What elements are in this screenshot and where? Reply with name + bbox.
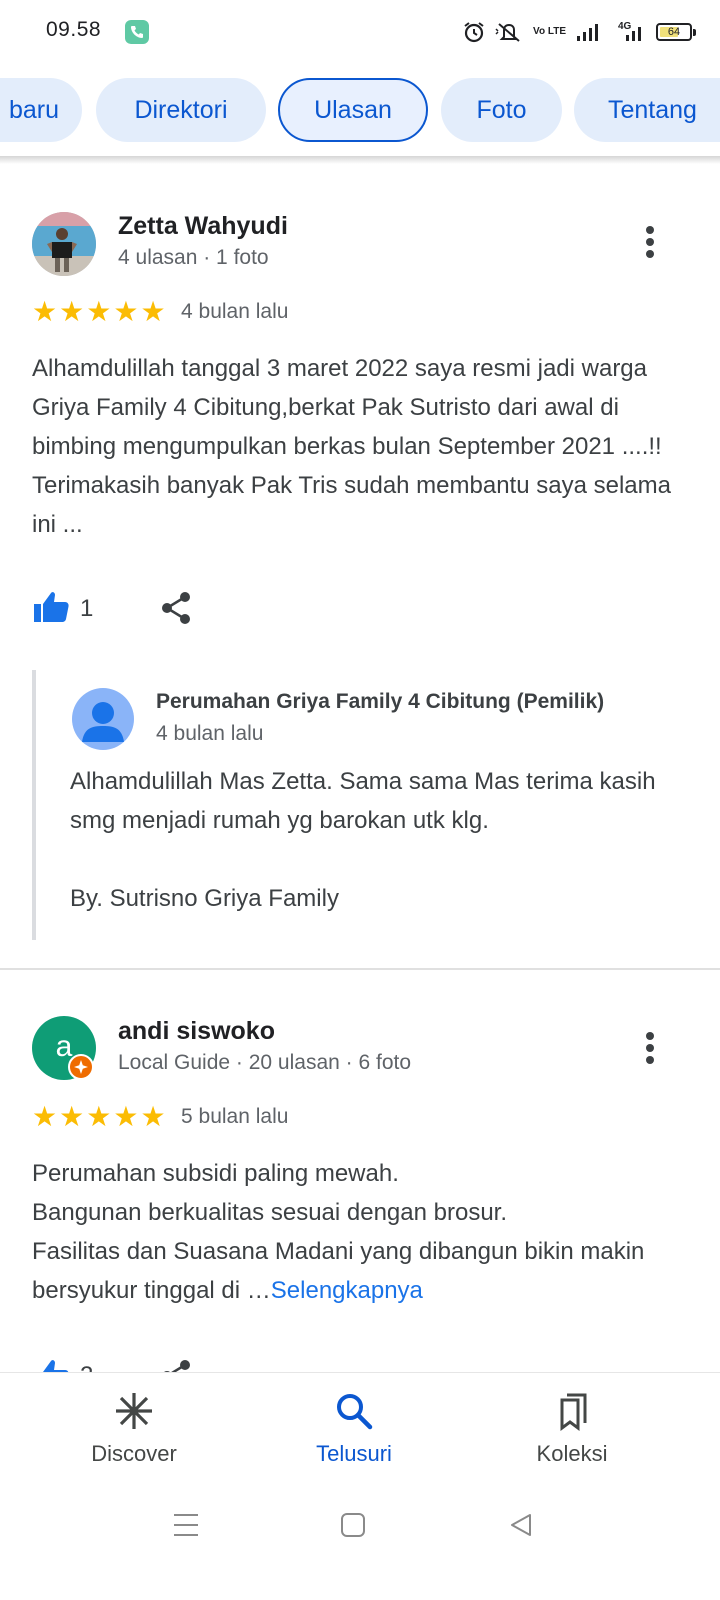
thumbs-up-icon[interactable] — [32, 588, 72, 628]
review-time: 4 bulan lalu — [181, 300, 289, 323]
reviewer-meta: Local Guide · 20 ulasan · 6 foto — [118, 1051, 412, 1074]
star-icon: ★ — [140, 296, 166, 327]
search-icon — [337, 1394, 373, 1430]
reviewer-avatar[interactable] — [32, 212, 96, 276]
battery-icon: 64 — [656, 23, 696, 41]
status-bar: 09.58 Vo LTE 4G 64 — [0, 0, 720, 64]
star-icon: ★ — [32, 1101, 58, 1132]
tab-bar: baru Direktori Ulasan Foto Tentang — [0, 78, 720, 144]
thumbs-up-icon[interactable] — [32, 1356, 72, 1372]
like-count: 1 — [80, 595, 94, 622]
owner-name: Perumahan Griya Family 4 Cibitung (Pemil… — [156, 690, 605, 713]
nav-koleksi[interactable]: Koleksi — [472, 1373, 672, 1503]
signal-icon — [577, 24, 598, 41]
owner-avatar — [72, 688, 134, 750]
reply-text: Alhamdulillah Mas Zetta. Sama sama Mas t… — [70, 768, 656, 912]
local-guide-badge-icon — [68, 1054, 94, 1080]
reviewer-meta: 4 ulasan · 1 foto — [118, 246, 269, 269]
owner-reply: Perumahan Griya Family 4 Cibitung (Pemil… — [32, 670, 692, 940]
tab-foto[interactable]: Foto — [441, 78, 562, 142]
mute-icon — [495, 23, 520, 42]
review-text[interactable]: Alhamdulillah tanggal 3 maret 2022 saya … — [32, 349, 692, 544]
nav-label: Koleksi — [536, 1441, 608, 1466]
star-icon: ★ — [140, 1101, 166, 1132]
like-count: 2 — [80, 1362, 93, 1372]
nav-discover[interactable]: Discover — [34, 1373, 234, 1503]
network-4g-icon: 4G — [612, 21, 646, 43]
nav-label: Discover — [91, 1441, 177, 1466]
more-options-button[interactable] — [638, 1028, 662, 1068]
status-time: 09.58 — [46, 18, 102, 41]
star-icon: ★ — [59, 296, 85, 327]
nav-telusuri[interactable]: Telusuri — [254, 1373, 454, 1503]
more-options-button[interactable] — [638, 222, 662, 262]
tab-terbaru[interactable]: baru — [0, 78, 82, 142]
star-icon: ★ — [113, 296, 139, 327]
review-text[interactable]: Perumahan subsidi paling mewah. Bangunan… — [32, 1154, 692, 1310]
tab-direktori[interactable]: Direktori — [96, 78, 266, 142]
battery-percent: 64 — [667, 26, 681, 38]
status-icons: Vo LTE 4G 64 — [463, 18, 696, 46]
read-more-link[interactable]: Selengkapnya — [271, 1277, 423, 1304]
share-icon[interactable] — [158, 590, 194, 626]
back-icon[interactable] — [508, 1512, 534, 1538]
nav-label: Telusuri — [316, 1441, 392, 1466]
star-icon: ★ — [113, 1101, 139, 1132]
star-icon: ★ — [86, 1101, 112, 1132]
rating-stars: ★ ★ ★ ★ ★ — [32, 298, 166, 326]
menu-icon[interactable] — [172, 1512, 200, 1538]
system-navigation-bar — [0, 1502, 720, 1600]
alarm-icon — [464, 22, 484, 43]
review-divider — [0, 968, 720, 970]
rating-stars: ★ ★ ★ ★ ★ — [32, 1103, 166, 1131]
review-time: 5 bulan lalu — [181, 1105, 289, 1128]
tab-tentang[interactable]: Tentang — [574, 78, 720, 142]
bottom-navigation: Discover Telusuri Koleksi — [0, 1372, 720, 1502]
home-icon[interactable] — [340, 1512, 366, 1538]
bookmarks-icon — [560, 1393, 587, 1431]
partial-actions-row: 2 — [0, 1346, 720, 1372]
share-icon[interactable] — [158, 1358, 194, 1372]
reviewer-name[interactable]: Zetta Wahyudi — [118, 212, 288, 241]
tab-ulasan[interactable]: Ulasan — [278, 78, 428, 142]
star-icon: ★ — [32, 296, 58, 327]
tab-shadow — [0, 156, 720, 164]
reviewer-name[interactable]: andi siswoko — [118, 1017, 275, 1046]
call-active-icon — [125, 20, 149, 44]
asterisk-icon — [116, 1393, 152, 1429]
star-icon: ★ — [59, 1101, 85, 1132]
reply-time: 4 bulan lalu — [156, 722, 264, 745]
volte-icon: Vo LTE — [533, 26, 566, 37]
star-icon: ★ — [86, 296, 112, 327]
